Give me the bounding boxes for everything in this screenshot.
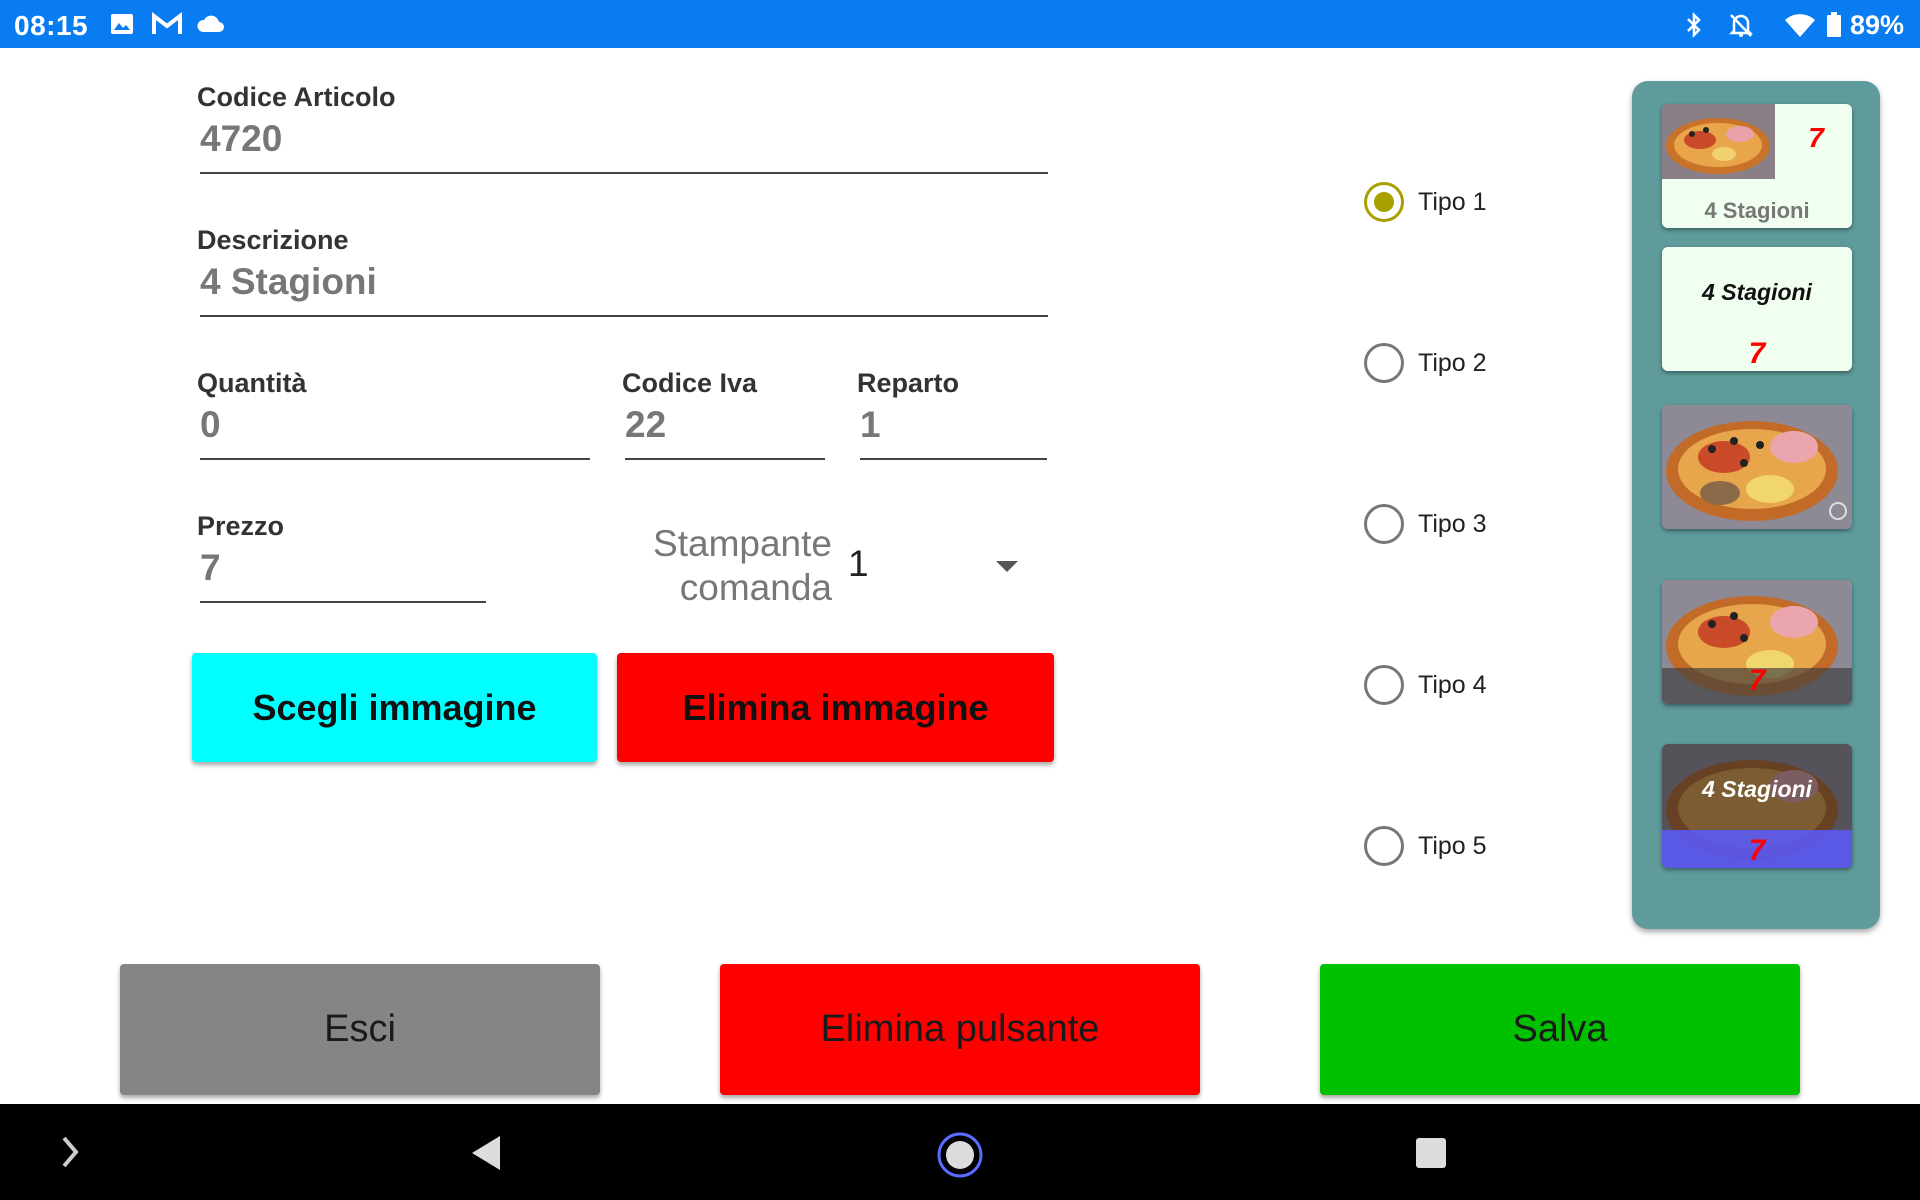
- choose-image-button[interactable]: Scegli immagine: [192, 653, 597, 762]
- tile-2-price: 7: [1748, 337, 1766, 370]
- reparto-field[interactable]: Reparto 1: [857, 368, 1047, 462]
- tile-4-price: 7: [1748, 664, 1766, 697]
- codice-articolo-input[interactable]: 4720: [200, 118, 282, 160]
- preview-tile-tipo-2[interactable]: 4 Stagioni 7: [1662, 247, 1852, 371]
- radio-tipo-3[interactable]: Tipo 3: [1364, 502, 1487, 546]
- wifi-icon: [1784, 12, 1816, 38]
- battery-icon: [1826, 12, 1842, 37]
- status-time: 08:15: [14, 10, 89, 41]
- codice-iva-input[interactable]: 22: [625, 404, 666, 446]
- codice-iva-field[interactable]: Codice Iva 22: [622, 368, 825, 462]
- chevron-right-icon[interactable]: [58, 1134, 82, 1175]
- bluetooth-icon: [1684, 11, 1704, 39]
- radio-tipo-2[interactable]: Tipo 2: [1364, 341, 1487, 385]
- descrizione-field[interactable]: Descrizione 4 Stagioni: [197, 225, 1048, 319]
- reparto-input[interactable]: 1: [860, 404, 881, 446]
- pizza-image: [1662, 405, 1852, 529]
- image-icon: [110, 12, 134, 36]
- prezzo-field[interactable]: Prezzo 7: [197, 511, 486, 605]
- descrizione-underline: [200, 315, 1048, 317]
- radio-tipo-4-label: Tipo 4: [1418, 670, 1487, 699]
- save-button[interactable]: Salva: [1320, 964, 1800, 1095]
- tile-1-price: 7: [1808, 122, 1824, 153]
- prezzo-input[interactable]: 7: [200, 547, 221, 589]
- reparto-label: Reparto: [857, 368, 960, 398]
- radio-selected-icon[interactable]: [1364, 182, 1404, 222]
- tile-5-title: 4 Stagioni: [1702, 776, 1812, 802]
- item-editor-screen: 08:15 89% Codice Articolo 4720 Descrizio…: [0, 0, 1920, 1200]
- codice-iva-label: Codice Iva: [622, 368, 758, 398]
- radio-tipo-5-label: Tipo 5: [1418, 831, 1487, 860]
- codice-articolo-field[interactable]: Codice Articolo 4720: [197, 82, 1048, 176]
- preview-tile-tipo-1[interactable]: 7 4 Stagioni: [1662, 104, 1852, 228]
- gmail-icon: [152, 11, 182, 36]
- notifications-off-icon: [1728, 12, 1754, 37]
- back-icon[interactable]: [470, 1134, 504, 1177]
- delete-button-button[interactable]: Elimina pulsante: [720, 964, 1200, 1095]
- tile-5-price: 7: [1748, 834, 1766, 867]
- stampante-label-line1: Stampante: [653, 523, 832, 564]
- radio-tipo-2-label: Tipo 2: [1418, 348, 1487, 377]
- radio-tipo-4[interactable]: Tipo 4: [1364, 663, 1487, 707]
- radio-unselected-icon[interactable]: [1364, 665, 1404, 705]
- preview-tile-tipo-4[interactable]: 7: [1662, 580, 1852, 704]
- tile-1-title: 4 Stagioni: [1704, 198, 1810, 223]
- stampante-comanda-select[interactable]: 1: [848, 543, 869, 585]
- cloud-icon: [196, 12, 226, 36]
- prezzo-label: Prezzo: [197, 511, 285, 541]
- quantita-input[interactable]: 0: [200, 404, 221, 446]
- quantita-label: Quantità: [197, 368, 307, 398]
- codice-articolo-underline: [200, 172, 1048, 174]
- radio-tipo-1-label: Tipo 1: [1418, 187, 1487, 216]
- tile-2-title: 4 Stagioni: [1702, 279, 1812, 305]
- reparto-underline: [860, 458, 1047, 460]
- preview-tile-tipo-5[interactable]: 4 Stagioni 7: [1662, 744, 1852, 868]
- dropdown-arrow-icon[interactable]: [996, 561, 1018, 572]
- radio-tipo-1[interactable]: Tipo 1: [1364, 180, 1487, 224]
- stampante-label-line2: comanda: [679, 567, 832, 608]
- exit-button[interactable]: Esci: [120, 964, 600, 1095]
- radio-unselected-icon[interactable]: [1364, 504, 1404, 544]
- radio-tipo-5[interactable]: Tipo 5: [1364, 824, 1487, 868]
- stampante-comanda-label: Stampante comanda: [592, 522, 832, 610]
- radio-tipo-3-label: Tipo 3: [1418, 509, 1487, 538]
- descrizione-label: Descrizione: [197, 225, 349, 255]
- radio-unselected-icon[interactable]: [1364, 826, 1404, 866]
- navigation-bar: [0, 1104, 1920, 1200]
- quantita-field[interactable]: Quantità 0: [197, 368, 590, 462]
- codice-articolo-label: Codice Articolo: [197, 82, 396, 112]
- preview-tile-tipo-3[interactable]: [1662, 405, 1852, 529]
- prezzo-underline: [200, 601, 486, 603]
- battery-percent: 89%: [1849, 10, 1904, 40]
- quantita-underline: [200, 458, 590, 460]
- recents-icon[interactable]: [1415, 1137, 1447, 1174]
- codice-iva-underline: [625, 458, 825, 460]
- button-preview-panel: 7 4 Stagioni 4 Stagioni 7 7 4 Stagioni 7: [1632, 81, 1880, 929]
- delete-image-button[interactable]: Elimina immagine: [617, 653, 1054, 762]
- radio-unselected-icon[interactable]: [1364, 343, 1404, 383]
- status-bar: 08:15 89%: [0, 0, 1920, 48]
- home-icon[interactable]: [937, 1132, 983, 1183]
- descrizione-input[interactable]: 4 Stagioni: [200, 261, 377, 303]
- pizza-image: [1662, 104, 1775, 179]
